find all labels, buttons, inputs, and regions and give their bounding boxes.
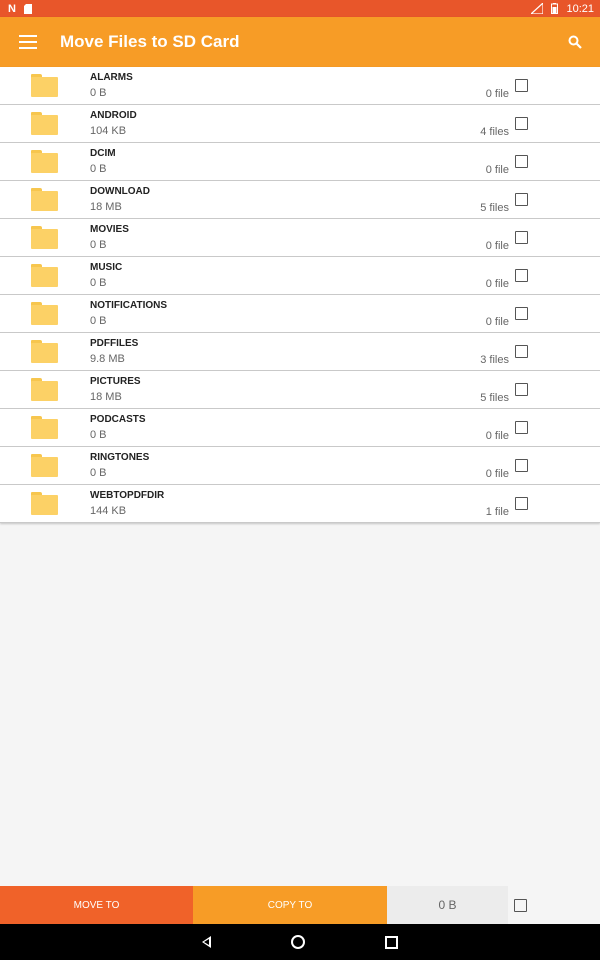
folder-size: 0 B [90,277,107,289]
folder-name: ALARMS [90,72,133,83]
select-all-checkbox[interactable] [514,899,527,912]
folder-row-podcasts[interactable]: PODCASTS 0 B 0 file [0,409,600,447]
folder-size: 0 B [90,467,107,479]
status-time: 10:21 [566,2,594,15]
select-checkbox[interactable] [515,155,528,168]
folder-size: 0 B [90,315,107,327]
folder-name: PODCASTS [90,414,146,425]
file-count: 5 files [480,392,509,404]
select-checkbox[interactable] [515,79,528,92]
folder-row-alarms[interactable]: ALARMS 0 B 0 file [0,67,600,105]
folder-name: PICTURES [90,376,141,387]
folder-name: ANDROID [90,110,137,121]
folder-row-download[interactable]: DOWNLOAD 18 MB 5 files [0,181,600,219]
folder-name: MUSIC [90,262,123,273]
folder-size: 18 MB [90,201,122,213]
folder-name: MOVIES [90,224,129,235]
folder-size: 0 B [90,163,107,175]
recent-apps-icon[interactable] [385,935,398,949]
select-checkbox[interactable] [515,497,528,510]
status-bar: N 10:21 [0,0,600,17]
signal-icon [531,3,544,14]
folder-icon [31,188,58,211]
folder-name: WEBTOPDFDIR [90,490,165,501]
folder-row-pictures[interactable]: PICTURES 18 MB 5 files [0,371,600,409]
folder-icon [31,226,58,249]
folder-list: ALARMS 0 B 0 file ANDROID 104 KB 4 files… [0,67,600,523]
file-count: 3 files [480,354,509,366]
file-count: 4 files [480,126,509,138]
folder-icon [31,150,58,173]
folder-name: DOWNLOAD [90,186,150,197]
page-title: Move Files to SD Card [60,32,240,51]
folder-row-movies[interactable]: MOVIES 0 B 0 file [0,219,600,257]
folder-icon [31,340,58,363]
folder-icon [31,454,58,477]
folder-name: RINGTONES [90,452,150,463]
folder-size: 144 KB [90,505,127,517]
navigation-bar [0,924,600,960]
select-checkbox[interactable] [515,117,528,130]
select-checkbox[interactable] [515,383,528,396]
app-bar: Move Files to SD Card [0,17,600,67]
file-count: 0 file [485,88,509,100]
home-icon[interactable] [291,935,305,949]
select-checkbox[interactable] [515,231,528,244]
file-count: 5 files [480,202,509,214]
folder-icon [31,492,58,515]
folder-size: 0 B [90,429,107,441]
select-checkbox[interactable] [515,193,528,206]
folder-size: 104 KB [90,125,127,137]
folder-row-webtopdfdir[interactable]: WEBTOPDFDIR 144 KB 1 file [0,485,600,523]
select-checkbox[interactable] [515,307,528,320]
folder-size: 0 B [90,239,107,251]
file-count: 1 file [485,506,509,518]
select-all-area [508,886,600,924]
folder-name: PDFFILES [90,338,139,349]
file-count: 0 file [485,164,509,176]
file-count: 0 file [485,316,509,328]
folder-size: 0 B [90,87,107,99]
search-icon[interactable] [568,35,582,49]
file-count: 0 file [485,240,509,252]
folder-icon [31,264,58,287]
folder-row-ringtones[interactable]: RINGTONES 0 B 0 file [0,447,600,485]
folder-size: 18 MB [90,391,122,403]
action-bar: MOVE TO COPY TO 0 B [0,886,600,924]
folder-row-notifications[interactable]: NOTIFICATIONS 0 B 0 file [0,295,600,333]
folder-icon [31,112,58,135]
folder-row-music[interactable]: MUSIC 0 B 0 file [0,257,600,295]
folder-name: NOTIFICATIONS [90,300,168,311]
selected-size: 0 B [387,886,508,924]
folder-row-pdffiles[interactable]: PDFFILES 9.8 MB 3 files [0,333,600,371]
back-icon[interactable] [202,936,211,948]
n-icon: N [8,2,16,15]
folder-row-android[interactable]: ANDROID 104 KB 4 files [0,105,600,143]
folder-icon [31,378,58,401]
file-count: 0 file [485,468,509,480]
battery-icon [551,3,559,14]
move-to-button[interactable]: MOVE TO [0,886,193,924]
file-count: 0 file [485,278,509,290]
sd-card-icon [23,3,32,14]
select-checkbox[interactable] [515,269,528,282]
folder-icon [31,302,58,325]
select-checkbox[interactable] [515,345,528,358]
menu-icon[interactable] [19,35,37,49]
copy-to-button[interactable]: COPY TO [193,886,387,924]
folder-name: DCIM [90,148,116,159]
folder-size: 9.8 MB [90,353,125,365]
select-checkbox[interactable] [515,421,528,434]
folder-icon [31,416,58,439]
select-checkbox[interactable] [515,459,528,472]
file-count: 0 file [485,430,509,442]
folder-row-dcim[interactable]: DCIM 0 B 0 file [0,143,600,181]
folder-icon [31,74,58,97]
